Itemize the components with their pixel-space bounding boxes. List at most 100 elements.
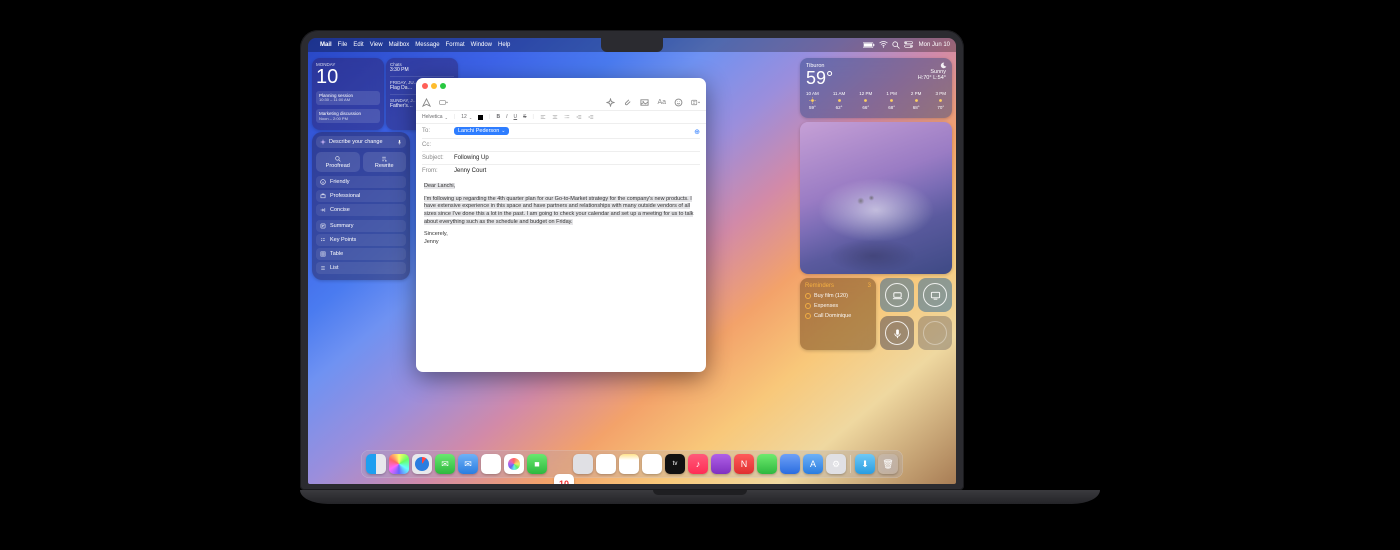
transform-table[interactable]: Table [316,248,406,260]
window-titlebar[interactable] [416,78,706,94]
rewrite-icon [381,156,387,162]
mic-icon[interactable] [397,140,402,145]
dock-app-notes[interactable] [619,454,639,474]
calendar-widget[interactable]: MONDAY 10 Planning session 10:30 – 11:00… [312,58,384,130]
weather-widget[interactable]: Tiburon 59° Sunny H:70° L:54° 10 AM59° 1… [800,58,952,118]
photo-widget[interactable] [800,122,952,274]
wifi-icon[interactable] [879,41,888,48]
dock-app-finder[interactable] [366,454,386,474]
dock-downloads[interactable]: ⬇︎ [855,454,875,474]
dock-trash[interactable]: 🗑︎ [878,454,898,474]
dock-app-reminders[interactable] [596,454,616,474]
reminder-item[interactable]: Expenses [805,303,871,309]
format-button[interactable]: Aa [657,99,666,106]
from-field[interactable]: Jenny Court [454,168,486,174]
strike-button[interactable]: S [523,114,526,120]
menu-file[interactable]: File [338,42,348,48]
to-recipient-token[interactable]: Lanchi Pederson [454,127,509,135]
shortcut-tile[interactable] [880,316,914,350]
bold-button[interactable]: B [496,114,500,120]
dock-app-calendar[interactable]: 10 [554,474,574,484]
dock-app-safari[interactable] [412,454,432,474]
rewrite-button[interactable]: Rewrite [363,152,407,172]
sparkle-icon [320,139,326,145]
shortcut-tile[interactable] [918,316,952,350]
close-button[interactable] [422,83,428,89]
dock-app-freeform[interactable] [642,454,662,474]
writing-tools-prompt[interactable]: Describe your change [316,136,406,148]
zoom-button[interactable] [440,83,446,89]
dock-app-news[interactable]: N [734,454,754,474]
table-icon [320,251,326,257]
menu-mailbox[interactable]: Mailbox [389,42,410,48]
transform-list[interactable]: List [316,262,406,274]
transform-summary[interactable]: Summary [316,220,406,232]
style-friendly[interactable]: Friendly [316,176,406,188]
dock-app-contacts[interactable] [573,454,593,474]
emoji-button[interactable] [674,98,683,107]
menu-window[interactable]: Window [471,42,492,48]
color-swatch[interactable] [478,115,483,120]
dock-app-appstore[interactable]: A [803,454,823,474]
size-select[interactable]: 12⌄ [461,114,472,120]
sun-icon [913,97,920,104]
send-button[interactable] [422,98,431,107]
dock-app-mail[interactable]: ✉︎ [458,454,478,474]
font-select[interactable]: Helvetica⌄ [422,114,448,120]
reminder-item[interactable]: Call Dominique [805,313,871,319]
dock-app-photos[interactable] [504,454,524,474]
spotlight-icon[interactable] [892,41,900,49]
menu-edit[interactable]: Edit [353,42,363,48]
shortcut-tile[interactable] [880,278,914,312]
smile-icon [320,179,326,185]
header-dropdown[interactable] [439,98,448,107]
style-concise[interactable]: Concise [316,204,406,216]
proofread-button[interactable]: Proofread [316,152,360,172]
battery-icon[interactable] [863,42,875,49]
menu-message[interactable]: Message [415,42,439,48]
dock-app-settings[interactable]: ⚙︎ [826,454,846,474]
dock-app-launchpad[interactable] [389,454,409,474]
align-left-icon[interactable] [540,114,546,120]
dock-app-tv[interactable]: tv [665,454,685,474]
indent-icon[interactable] [576,114,582,120]
attach-button[interactable] [623,98,632,107]
sun-icon [809,97,816,104]
dock-app-facetime[interactable]: ■ [527,454,547,474]
dock-app-music[interactable]: ♪ [688,454,708,474]
reminder-item[interactable]: Buy film (120) [805,293,871,299]
bullet-list-icon[interactable] [564,114,570,120]
dock-app-podcasts[interactable] [711,454,731,474]
mail-body[interactable]: Dear Lanchi, I'm following up regarding … [416,177,706,253]
dock-app-maps[interactable]: ➤ [481,454,501,474]
shortcut-tile[interactable] [918,278,952,312]
control-center-icon[interactable] [904,41,913,48]
moon-icon [940,62,947,69]
subject-field[interactable]: Following Up [454,155,489,161]
transform-keypoints[interactable]: Key Points [316,234,406,246]
minimize-button[interactable] [431,83,437,89]
reminders-widget[interactable]: Reminders 3 Buy film (120) Expenses Call… [800,278,876,350]
writing-tools-button[interactable] [606,98,615,107]
dock-app-messages[interactable]: ✉︎ [435,454,455,474]
photo-button[interactable] [640,98,649,107]
mail-body-text: I'm following up regarding the 4th quart… [424,196,693,225]
add-recipient-button[interactable]: ⊕ [694,128,700,136]
dock-app-keynote[interactable] [780,454,800,474]
menu-view[interactable]: View [370,42,383,48]
calendar-day: 10 [316,67,380,87]
outdent-icon[interactable] [588,114,594,120]
live-text-button[interactable] [691,98,700,107]
italic-button[interactable]: I [506,114,507,120]
style-professional[interactable]: Professional [316,190,406,202]
menu-app[interactable]: Mail [320,42,332,48]
menu-format[interactable]: Format [446,42,465,48]
align-center-icon[interactable] [552,114,558,120]
laptop-icon [892,290,903,301]
calendar-event[interactable]: Marketing discussion Noon – 2:00 PM [316,109,380,123]
dock-app-numbers[interactable] [757,454,777,474]
calendar-event[interactable]: Planning session 10:30 – 11:00 AM [316,91,380,105]
menu-help[interactable]: Help [498,42,510,48]
menubar-date[interactable]: Mon Jun 10 [919,42,950,48]
underline-button[interactable]: U [514,114,518,120]
